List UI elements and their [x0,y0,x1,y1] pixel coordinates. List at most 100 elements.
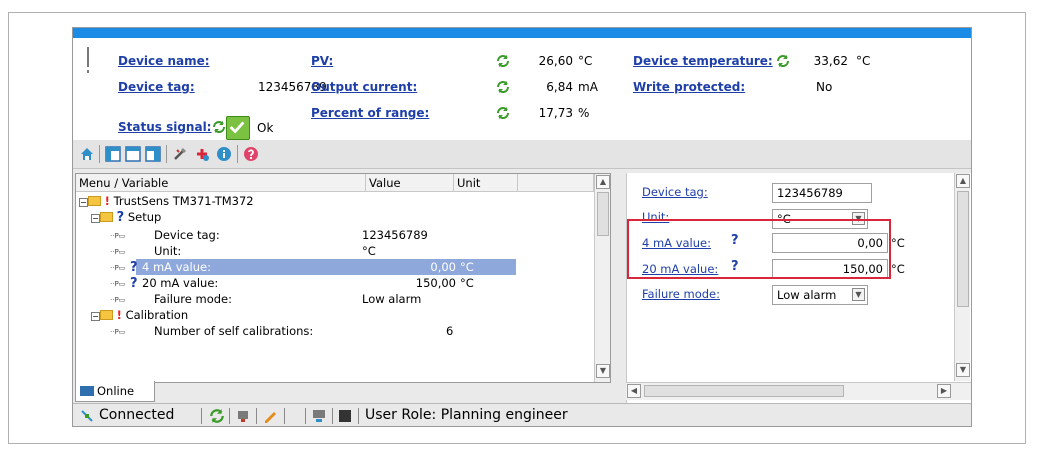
param-label: Failure mode: [154,292,232,306]
refresh-icon [497,81,509,93]
device-temperature-value: 33,62 [813,54,848,68]
warning-indicator-icon [87,47,89,73]
pencil-icon[interactable] [262,408,278,424]
column-header-menu[interactable]: Menu / Variable [76,174,366,192]
parameter-icon: ··P▭ [110,280,126,288]
device-name-link[interactable]: Device name: [118,54,210,68]
view-layout-1-icon[interactable] [105,146,121,162]
online-icon [80,386,94,396]
parameter-icon: ··P▭ [110,296,126,304]
scroll-thumb[interactable] [644,385,844,397]
failure-mode-select[interactable]: Low alarm ▼ [772,285,868,305]
param-label: 4 mA value: [142,260,211,274]
percent-of-range-unit: % [578,106,590,120]
collapse-icon[interactable]: − [91,312,100,321]
tree-param-row[interactable]: ··P▭ ? 20 mA value: 150,00 °C [76,275,516,291]
add-icon[interactable] [194,146,210,162]
tab-online[interactable]: Online [75,381,155,402]
tree-param-row[interactable]: ··P▭ Failure mode: Low alarm [76,291,516,307]
pv-value: 26,60 [538,54,573,68]
write-protected-value: No [816,80,833,94]
device-temperature-unit: °C [856,54,871,68]
status-bar: Connected User Role: Planning engineer [73,403,971,426]
failure-mode-link[interactable]: Failure mode: [642,287,720,301]
question-icon: ? [130,260,138,275]
refresh-icon[interactable] [209,408,225,424]
collapse-icon[interactable]: − [91,214,100,223]
tree-param-row[interactable]: ··P▭ Device tag: 123456789 [76,227,516,243]
status-value: Ok [257,121,274,135]
folder-icon [100,212,113,222]
scroll-right-icon[interactable]: ▶ [937,384,951,398]
write-protected-link[interactable]: Write protected: [633,80,745,94]
param-unit: °C [460,260,474,274]
param-label: 20 mA value: [142,276,219,290]
device-tag-input[interactable]: 123456789 [772,183,872,203]
output-current-link[interactable]: Output current: [311,80,417,94]
pv-unit: °C [578,54,593,68]
column-header-value[interactable]: Value [366,174,454,192]
tree-param-row[interactable]: ··P▭ Number of self calibrations: 6 [76,323,516,339]
folder-icon [88,196,101,206]
tree-root-row[interactable]: − ! TrustSens TM371-TM372 [76,193,516,209]
tools-icon[interactable] [172,146,188,162]
percent-of-range-link[interactable]: Percent of range: [311,106,429,120]
tab-online-label: Online [97,384,135,398]
device-tag-link[interactable]: Device tag: [118,80,195,94]
view-layout-2-icon[interactable] [125,146,141,162]
tree-calibration-row[interactable]: − ! Calibration [76,307,516,323]
refresh-icon [497,107,509,119]
device-tag-detail-link[interactable]: Device tag: [642,185,708,199]
status-signal-link[interactable]: Status signal: [118,120,211,134]
tree-root-label: TrustSens TM371-TM372 [113,194,254,208]
scroll-thumb[interactable] [957,191,969,307]
scroll-down-icon[interactable]: ▼ [956,363,970,377]
param-value: 0,00 [430,260,456,274]
device-upload-icon[interactable] [235,408,251,424]
user-role: User Role: Planning engineer [365,407,568,423]
tree-setup-row[interactable]: − ? Setup [76,209,516,225]
question-icon: ? [130,276,138,291]
chevron-down-icon[interactable]: ▼ [852,288,865,301]
collapse-icon[interactable]: − [79,198,88,207]
info-icon[interactable] [216,146,232,162]
tree-param-row[interactable]: ··P▭ Unit: °C [76,243,516,259]
error-icon: ! [116,308,122,322]
folder-icon [100,310,113,320]
highlight-box [627,219,891,279]
detail-panel: Device tag: 123456789 Unit: °C ▼ 4 mA va… [626,173,971,403]
param-unit: °C [460,276,474,290]
param-value: 150,00 [415,276,456,290]
connected-status: Connected [99,407,175,423]
tree-param-row-selected[interactable]: ··P▭ ? 4 mA value: 0,00 °C [76,259,516,275]
parameter-icon: ··P▭ [110,264,126,272]
scroll-down-icon[interactable]: ▼ [596,364,610,378]
connection-icon [81,410,93,422]
detail-horizontal-scrollbar[interactable]: ◀ ▶ [626,382,971,400]
parameter-icon: ··P▭ [110,248,126,256]
tree-setup-label: Setup [127,210,162,224]
column-header-unit[interactable]: Unit [454,174,518,192]
help-icon[interactable] [243,146,259,162]
tree-vertical-scrollbar[interactable]: ▲ ▼ [594,174,610,382]
network-device-icon[interactable] [311,408,327,424]
scroll-thumb[interactable] [597,192,609,236]
output-current-unit: mA [578,80,598,94]
scroll-up-icon[interactable]: ▲ [596,175,610,189]
stop-icon[interactable] [339,410,351,422]
param-value: 6 [446,324,454,338]
pv-link[interactable]: PV: [311,54,333,68]
view-layout-3-icon[interactable] [145,146,161,162]
scroll-left-icon[interactable]: ◀ [627,384,641,398]
percent-of-range-value: 17,73 [538,106,573,120]
4ma-unit: °C [891,236,905,250]
device-temperature-link[interactable]: Device temperature: [633,54,773,68]
refresh-icon [497,55,509,67]
menu-tree-panel: Menu / Variable Value Unit − ! TrustSens… [75,173,611,383]
detail-vertical-scrollbar[interactable]: ▲ ▼ [954,173,970,381]
scroll-up-icon[interactable]: ▲ [956,174,970,188]
param-label: Device tag: [154,228,220,242]
20ma-unit: °C [891,262,905,276]
home-icon[interactable] [79,146,95,162]
question-icon: ? [116,210,125,225]
